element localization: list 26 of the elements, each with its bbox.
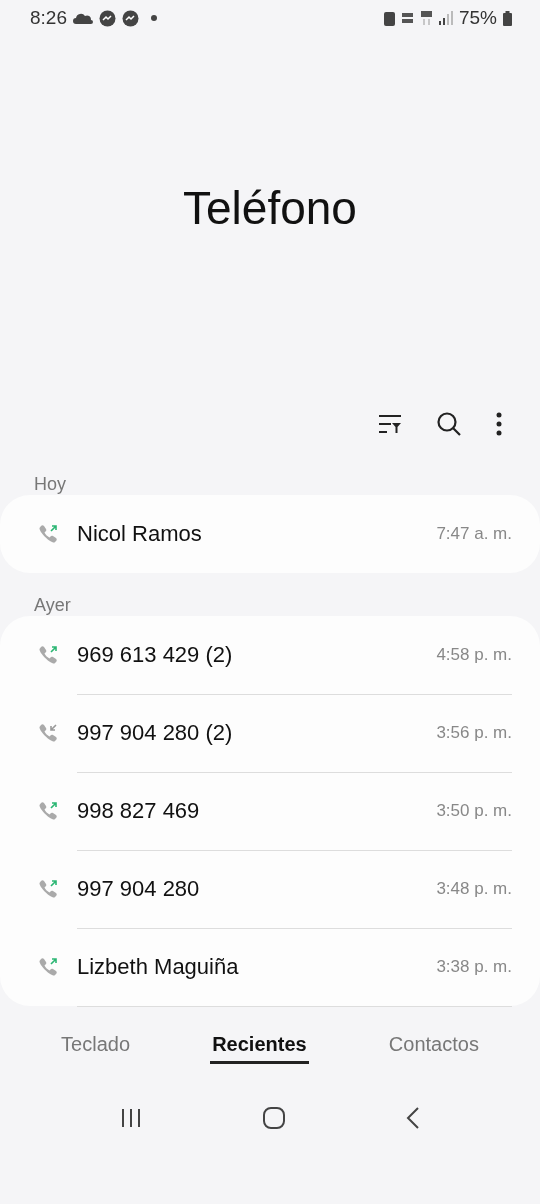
call-time: 3:56 p. m. xyxy=(436,722,512,743)
cloud-icon xyxy=(73,12,93,24)
dot-icon xyxy=(151,15,157,21)
battery-icon xyxy=(503,10,512,26)
call-time: 3:50 p. m. xyxy=(436,800,512,821)
call-time: 3:38 p. m. xyxy=(436,956,512,977)
date-header: Ayer xyxy=(33,594,72,616)
caller-name[interactable]: 969 613 429 (2) xyxy=(77,641,233,668)
call-time: 3:48 p. m. xyxy=(436,878,512,899)
caller-name[interactable]: Lizbeth Maguiña xyxy=(77,953,239,980)
call-time: 7:47 a. m. xyxy=(436,524,512,544)
tab[interactable]: Recientes xyxy=(210,1028,309,1064)
app-title: Teléfono xyxy=(183,181,357,235)
caller-name[interactable]: 997 904 280 xyxy=(77,875,200,902)
caller-name[interactable]: Nicol Ramos xyxy=(77,521,202,547)
messenger-icon xyxy=(122,9,139,27)
date-header: Hoy xyxy=(33,473,67,495)
clock: 8:26 xyxy=(30,7,67,29)
tab[interactable]: Teclado xyxy=(59,1028,132,1064)
messenger-icon xyxy=(99,9,116,27)
call-time: 4:58 p. m. xyxy=(436,644,512,665)
caller-name[interactable]: 998 827 469 xyxy=(77,797,200,824)
battery-percentage: 75% xyxy=(458,7,497,29)
signal-icon xyxy=(438,11,453,25)
caller-name[interactable]: 997 904 280 (2) xyxy=(77,719,233,746)
tab[interactable]: Contactos xyxy=(386,1028,481,1064)
